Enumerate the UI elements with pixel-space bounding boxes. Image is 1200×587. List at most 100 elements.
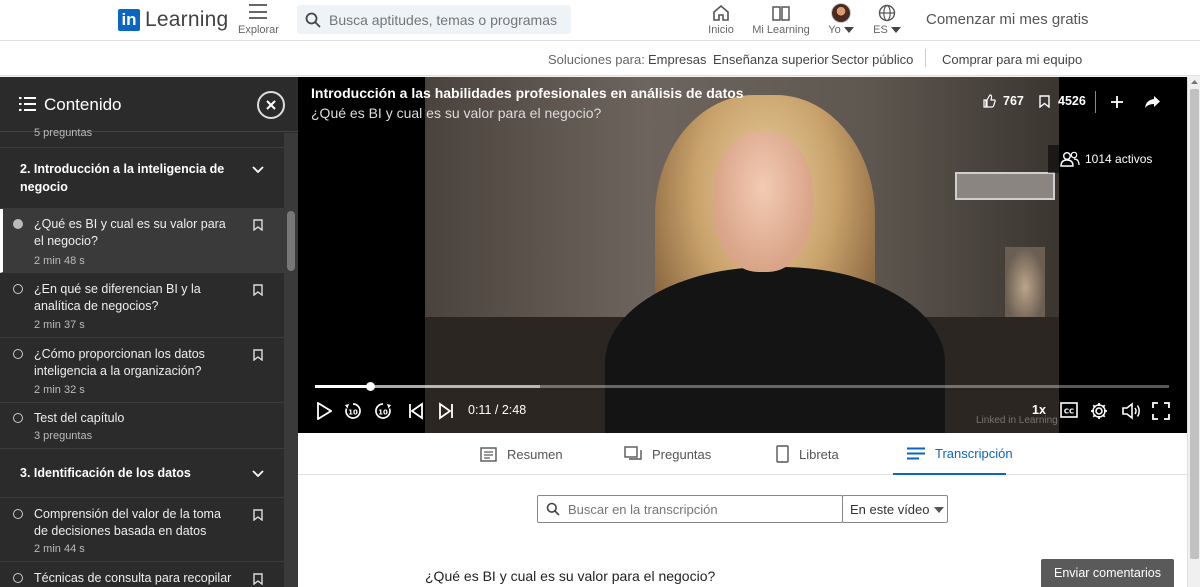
- list-item-active[interactable]: ¿Qué es BI y cual es su valor para el ne…: [0, 209, 284, 273]
- solutions-link-public-sector[interactable]: Sector público: [831, 52, 913, 67]
- transcript-panel: En este vídeo ¿Qué es BI y cual es su va…: [298, 475, 1187, 587]
- send-feedback-button[interactable]: Enviar comentarios: [1041, 559, 1174, 587]
- active-viewers-badge: 1014 activos: [1048, 145, 1161, 173]
- solutions-label: Soluciones para:: [548, 52, 645, 67]
- bookmark-icon: [1039, 94, 1050, 108]
- item-meta: 3 preguntas: [34, 430, 93, 442]
- item-title: Test del capítulo: [34, 411, 125, 425]
- item-title: ¿En qué se diferencian BI y la analítica…: [34, 282, 201, 313]
- notebook-icon: [776, 445, 789, 463]
- item-meta: 2 min 32 s: [34, 384, 85, 396]
- close-sidebar-button[interactable]: [257, 91, 285, 119]
- list-item[interactable]: Test del capítulo 3 preguntas: [0, 403, 284, 449]
- tab-summary[interactable]: Resumen: [480, 433, 563, 475]
- tab-questions-label: Preguntas: [652, 446, 712, 462]
- nav-home-label: Inicio: [708, 24, 734, 36]
- solutions-link-empresas[interactable]: Empresas: [648, 52, 707, 67]
- nav-my-learning-label: Mi Learning: [752, 24, 810, 36]
- item-meta: 5 preguntas: [34, 127, 93, 139]
- search-bar[interactable]: [297, 5, 571, 34]
- settings-gear-icon[interactable]: [1090, 402, 1108, 420]
- nav-language[interactable]: ES: [872, 2, 902, 36]
- close-icon: [266, 100, 276, 110]
- list-item[interactable]: Técnicas de consulta para recopilar: [0, 562, 284, 587]
- next-icon[interactable]: [438, 402, 454, 420]
- list-item[interactable]: ¿Cómo proporcionan los datos inteligenci…: [0, 338, 284, 403]
- like-button[interactable]: 767: [982, 94, 1024, 108]
- video-frame: [425, 77, 1059, 433]
- chapter-title: 3. Identificación de los datos: [20, 466, 191, 480]
- tab-notebook[interactable]: Libreta: [776, 433, 839, 475]
- forward-10-icon[interactable]: 10: [374, 402, 392, 420]
- tab-summary-label: Resumen: [507, 446, 563, 462]
- transcript-scope-select[interactable]: En este vídeo: [842, 495, 948, 523]
- status-dot-icon: [13, 284, 23, 294]
- save-count: 4526: [1058, 94, 1086, 108]
- fullscreen-icon[interactable]: [1152, 402, 1170, 420]
- avatar: [831, 3, 851, 23]
- bookmark-icon: [253, 284, 263, 296]
- closed-captions-icon[interactable]: CC: [1060, 402, 1078, 418]
- status-dot-icon: [13, 349, 23, 359]
- played-bar: [315, 385, 371, 388]
- caret-down-icon: [843, 27, 854, 34]
- scrollbar-thumb[interactable]: [1190, 89, 1199, 559]
- scrollbar-thumb[interactable]: [287, 211, 295, 271]
- linkedin-learning-logo[interactable]: in Learning: [118, 8, 228, 32]
- transcript-search-input[interactable]: [568, 501, 828, 517]
- course-title: Introducción a las habilidades profesion…: [311, 85, 744, 101]
- transcript-scope-value: En este vídeo: [850, 501, 930, 517]
- video-tabs: Resumen Preguntas Libreta Transcripción: [298, 433, 1187, 475]
- bookmark-icon: [253, 349, 263, 361]
- transcript-search[interactable]: [537, 495, 843, 523]
- progress-bar[interactable]: [315, 382, 1169, 391]
- status-dot-icon: [13, 219, 23, 229]
- search-icon: [305, 12, 321, 28]
- video-subtitle: ¿Qué es BI y cual es su valor para el ne…: [311, 105, 602, 121]
- chapter-header-3[interactable]: 3. Identificación de los datos: [0, 449, 284, 498]
- nav-language-label: ES: [873, 24, 888, 36]
- list-item[interactable]: ¿En qué se diferencian BI y la analítica…: [0, 273, 284, 338]
- search-input[interactable]: [329, 11, 559, 28]
- sidebar-scrollbar[interactable]: [284, 133, 298, 587]
- solutions-link-higher-ed[interactable]: Enseñanza superior: [713, 52, 829, 67]
- buy-for-team-link[interactable]: Comprar para mi equipo: [942, 52, 1082, 67]
- explore-button[interactable]: Explorar: [238, 2, 279, 36]
- scroll-up-arrow-icon: [1191, 80, 1198, 84]
- status-dot-icon: [13, 509, 23, 519]
- nav-home[interactable]: Inicio: [706, 2, 736, 36]
- item-meta: 2 min 48 s: [34, 255, 85, 267]
- tab-transcript[interactable]: Transcripción: [893, 433, 1013, 475]
- video-player[interactable]: Introducción a las habilidades profesion…: [298, 77, 1187, 433]
- nav-my-learning[interactable]: Mi Learning: [752, 2, 810, 36]
- save-button[interactable]: 4526: [1039, 94, 1086, 108]
- start-free-month-link[interactable]: Comenzar mi mes gratis: [926, 11, 1089, 28]
- playback-speed-button[interactable]: 1x: [1032, 403, 1046, 417]
- caret-down-icon: [934, 507, 944, 513]
- sidebar-title: Contenido: [44, 95, 122, 114]
- previous-icon[interactable]: [408, 402, 424, 420]
- chevron-down-icon: [252, 166, 264, 174]
- time-display: 0:11 / 2:48: [468, 403, 527, 417]
- home-icon: [706, 2, 736, 24]
- add-icon[interactable]: [1110, 95, 1124, 109]
- tab-questions[interactable]: Preguntas: [624, 433, 711, 475]
- linkedin-in-icon: in: [118, 9, 140, 31]
- list-item[interactable]: Comprensión del valor de la toma de deci…: [0, 498, 284, 562]
- nav-me[interactable]: Yo: [826, 2, 856, 36]
- rewind-10-icon[interactable]: 10: [344, 402, 362, 420]
- course-contents-sidebar: Contenido 5 preguntas 2. Introducción a …: [0, 77, 298, 587]
- item-meta: 2 min 44 s: [34, 543, 85, 555]
- page-scrollbar[interactable]: [1187, 77, 1200, 587]
- chapter-header-2[interactable]: 2. Introducción a la inteligencia de neg…: [0, 148, 284, 209]
- progress-handle[interactable]: [366, 382, 375, 391]
- solutions-bar: Soluciones para: Empresas Enseñanza supe…: [0, 41, 1200, 76]
- play-icon[interactable]: [316, 402, 332, 420]
- volume-icon[interactable]: [1122, 402, 1142, 420]
- explore-label: Explorar: [238, 24, 279, 36]
- divider: [1095, 91, 1096, 113]
- tab-notebook-label: Libreta: [799, 446, 839, 462]
- share-icon[interactable]: [1144, 95, 1161, 109]
- people-icon: [1060, 151, 1080, 167]
- summary-icon: [480, 446, 497, 462]
